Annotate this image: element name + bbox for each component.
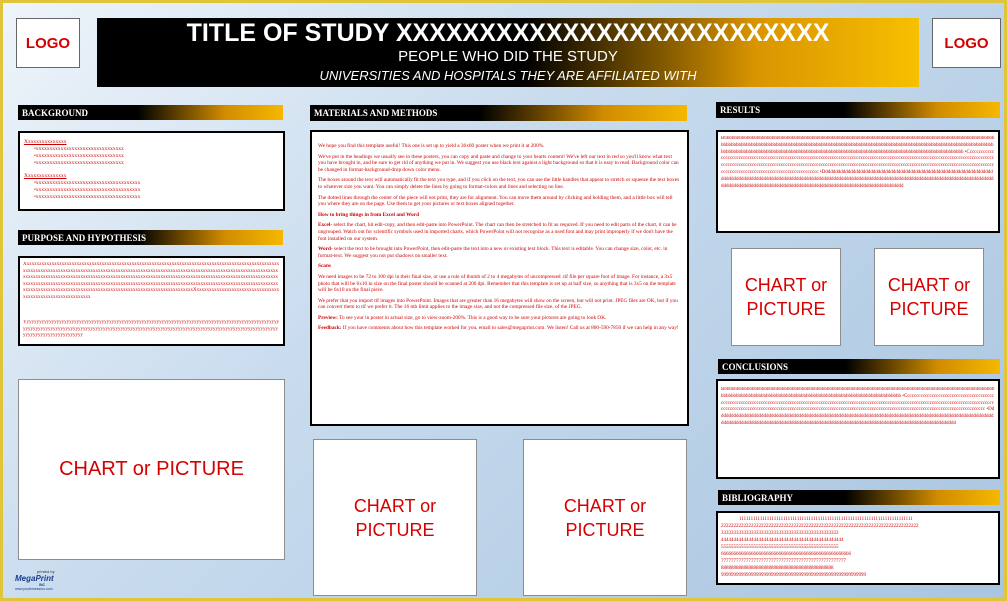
materials-box: We hope you find this template useful! T… — [310, 130, 689, 426]
materials-para: The boxes around the text will automatic… — [318, 177, 680, 190]
list-item: •xxxxxxxxxxxxxxxxxxxxxxxxxxxxxxxxxxxxxx — [34, 187, 141, 193]
bib-entry: 2222222222222222222222222222222222222222… — [721, 524, 919, 529]
purpose-heading: PURPOSE AND HYPOTHESIS — [18, 230, 283, 245]
background-group2-list: •xxxxxxxxxxxxxxxxxxxxxxxxxxxxxxxxxxxxxx … — [24, 180, 279, 201]
results-heading: RESULTS — [716, 102, 1000, 118]
materials-para: Word- select the text to be brought into… — [318, 246, 668, 259]
megaprint-logo: printed by MegaPrint INC www.postersessi… — [15, 569, 55, 591]
right-logo: LOGO — [932, 18, 1001, 68]
results-text: Bbbbbbbbbbbbbbbbbbbbbbbbbbbbbbbbbbbbbbbb… — [721, 136, 995, 189]
bib-entry: 7777777777777777777777777777777777777777… — [721, 559, 846, 564]
bib-entry: 4444444444444444444444444444444444444444… — [721, 538, 844, 543]
subheading-scans: Scans — [318, 263, 331, 270]
chart-placeholder-right-2: CHART or PICTURE — [874, 248, 984, 346]
bib-entry: 8888888888888888888888888888888888888888… — [721, 566, 834, 571]
chart-placeholder-left: CHART or PICTURE — [18, 379, 285, 560]
list-item: •xxxxxxxxxxxxxxxxxxxxxxxxxxxxxxxx — [34, 160, 124, 166]
materials-para: Preview: To see your in poster in actual… — [318, 314, 607, 321]
bibliography-heading: BIBLIOGRAPHY — [718, 490, 1000, 505]
materials-para: We hope you find this template useful! T… — [318, 143, 545, 149]
background-group1-title: Xxxxxxxxxxxxxxx — [24, 139, 67, 145]
conclusions-heading: CONCLUSIONS — [718, 359, 1000, 374]
chart-placeholder-middle-1: CHART or PICTURE — [313, 439, 477, 596]
study-title: TITLE OF STUDY XXXXXXXXXXXXXXXXXXXXXXXXX… — [186, 19, 830, 47]
materials-para: Excel- select the chart, hit edit-copy, … — [318, 222, 677, 242]
materials-para: The dotted lines through the center of t… — [318, 194, 673, 208]
background-box: Xxxxxxxxxxxxxxx •xxxxxxxxxxxxxxxxxxxxxxx… — [18, 131, 285, 211]
list-item: •xxxxxxxxxxxxxxxxxxxxxxxxxxxxxxxxxxxxxx — [34, 180, 141, 186]
list-item: •xxxxxxxxxxxxxxxxxxxxxxxxxxxxxxxxxxxxxx — [34, 194, 141, 200]
conclusions-text: Bbbbbbbbbbbbbbbbbbbbbbbbbbbbbbbbbbbbbbbb… — [721, 387, 995, 426]
materials-para: We prefer that you import tif images int… — [318, 297, 678, 311]
background-group1-list: •xxxxxxxxxxxxxxxxxxxxxxxxxxxxxxxx •xxxxx… — [24, 146, 279, 167]
background-group2-title: Xxxxxxxxxxxxxxx — [24, 173, 67, 179]
left-logo: LOGO — [16, 18, 80, 68]
poster: LOGO LOGO TITLE OF STUDY XXXXXXXXXXXXXXX… — [0, 0, 1007, 601]
affiliations: UNIVERSITIES AND HOSPITALS THEY ARE AFFI… — [319, 68, 697, 83]
list-item: •xxxxxxxxxxxxxxxxxxxxxxxxxxxxxxxx — [34, 146, 124, 152]
bib-entry: 1111111111111111111111111111111111111111… — [739, 517, 913, 522]
bibliography-box: 1111111111111111111111111111111111111111… — [716, 511, 1000, 585]
title-bar: TITLE OF STUDY XXXXXXXXXXXXXXXXXXXXXXXXX… — [97, 18, 919, 87]
results-box: Bbbbbbbbbbbbbbbbbbbbbbbbbbbbbbbbbbbbbbbb… — [716, 130, 1000, 233]
purpose-para-2: Yyyyyyyyyyyyyyyyyyyyyyyyyyyyyyyyyyyyyyyy… — [23, 320, 280, 338]
materials-para: We've put in the headings we usually see… — [318, 153, 679, 173]
authors: PEOPLE WHO DID THE STUDY — [398, 48, 618, 65]
bib-entry: 6666666666666666666666666666666666666666… — [721, 552, 851, 557]
conclusions-box: Bbbbbbbbbbbbbbbbbbbbbbbbbbbbbbbbbbbbbbbb… — [716, 379, 1000, 479]
bib-entry: 9999999999999999999999999999999999999999… — [721, 573, 866, 578]
bib-entry: 3333333333333333333333333333333333333333… — [721, 531, 839, 536]
bib-entry: 5555555555555555555555555555555555555555… — [721, 545, 839, 550]
chart-placeholder-middle-2: CHART or PICTURE — [523, 439, 687, 596]
materials-heading: MATERIALS AND METHODS — [310, 105, 687, 121]
list-item: •xxxxxxxxxxxxxxxxxxxxxxxxxxxxxxxx — [34, 153, 124, 159]
purpose-para-1: Xxxxxxxxxxxxxxxxxxxxxxxxxxxxxxxxxxxxxxxx… — [23, 262, 280, 300]
materials-para: Feedback: If you have comments about how… — [318, 325, 679, 332]
purpose-box: Xxxxxxxxxxxxxxxxxxxxxxxxxxxxxxxxxxxxxxxx… — [18, 256, 285, 346]
subheading-excel-word: How to bring things in from Excel and Wo… — [318, 211, 420, 218]
materials-para: We need images to be 72 to 100 dpi in th… — [318, 273, 676, 294]
chart-placeholder-right-1: CHART or PICTURE — [731, 248, 841, 346]
background-heading: BACKGROUND — [18, 105, 283, 120]
